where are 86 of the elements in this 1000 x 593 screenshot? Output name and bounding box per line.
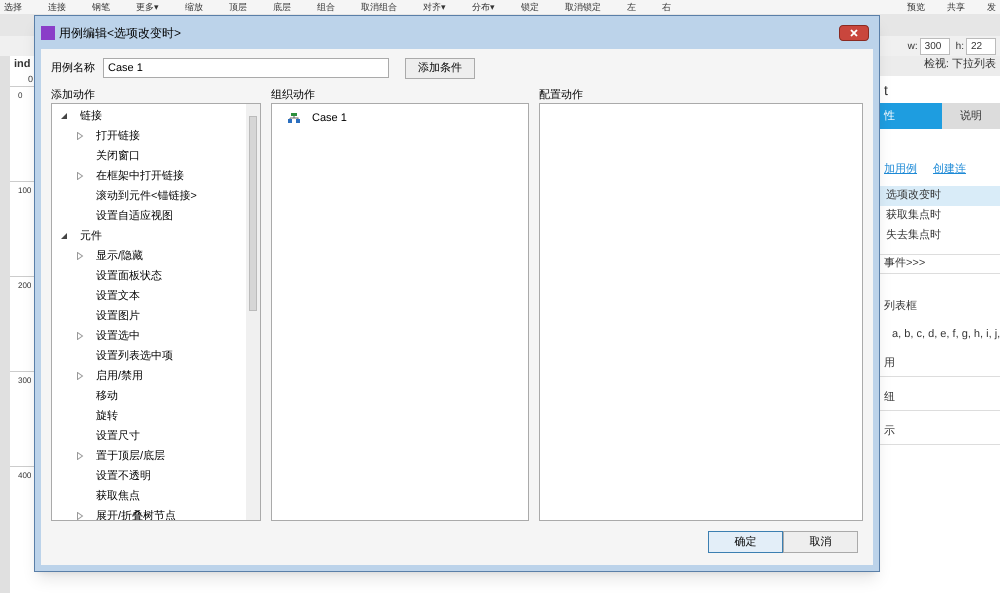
ruler-label: 0 [18,91,22,101]
collapsed-triangle-icon[interactable] [76,332,84,340]
toolbar-button[interactable]: 组合 [317,0,335,14]
action-item[interactable]: 启用/禁用 [96,368,144,384]
action-item[interactable]: 获取焦点 [96,488,140,504]
name-label: 用例名称 [51,60,96,76]
ruler-label: 0 [27,72,34,86]
inspector-tab[interactable]: 说明 [942,103,1000,129]
action-item[interactable]: 设置自适应视图 [96,208,173,224]
collapsed-triangle-icon[interactable] [76,372,84,380]
action-item[interactable]: 设置图片 [96,308,140,324]
expanded-triangle-icon[interactable] [60,112,68,120]
event-item[interactable]: 失去集点时 [880,226,1000,246]
action-item[interactable]: 设置列表选中项 [96,348,173,364]
action-item[interactable]: 关闭窗口 [96,148,140,164]
action-item[interactable]: 置于顶层/底层 [96,448,166,464]
ruler-label: 400 [18,471,32,481]
tree-group-label: 链接 [80,108,102,124]
collapsed-triangle-icon[interactable] [76,512,84,520]
width-label: w: [908,40,918,54]
dialog-title: 用例编辑<选项改变时> [59,24,182,42]
toolbar-button[interactable]: 发 [987,0,996,14]
toolbar-button[interactable]: 更多▾ [136,0,159,14]
ruler-label: 200 [18,281,32,291]
action-item[interactable]: 显示/隐藏 [96,248,144,264]
column-heading: 组织动作 [271,88,316,103]
action-item[interactable]: 设置不透明 [96,468,151,484]
section-label: 列表框 [883,298,918,314]
name-field[interactable]: Case 1 [103,58,389,78]
height-label: h: [956,40,964,54]
collapsed-triangle-icon[interactable] [76,452,84,460]
toolbar-button[interactable]: 取消锁定 [565,0,601,14]
inspector-header: 检视: 下拉列表 [880,56,1000,76]
action-item[interactable]: 打开链接 [96,128,140,144]
toolbar-button[interactable]: 取消组合 [361,0,397,14]
height-field[interactable]: 22 [966,38,996,54]
options-list: a, b, c, d, e, f, g, h, i, j, [880,326,1000,342]
action-item[interactable]: 设置文本 [96,288,140,304]
link[interactable]: 创建连 [933,161,966,178]
widget-name: t [883,81,889,100]
page-tab[interactable]: ind [10,56,34,72]
toolbar-button[interactable]: 分布▾ [472,0,495,14]
tree-group-label: 元件 [80,228,102,244]
toolbar-button[interactable]: 锁定 [521,0,539,14]
more-events-link[interactable]: 事件>>> [880,254,1000,274]
tree-group[interactable]: 元件 [52,226,246,246]
toolbar-button[interactable]: 缩放 [185,0,203,14]
action-item[interactable]: 设置面板状态 [96,268,162,284]
toolbar-button[interactable]: 钢笔 [92,0,110,14]
toolbar-button[interactable]: 选择 [4,0,22,14]
width-field[interactable]: 300 [920,38,950,54]
close-button[interactable] [839,24,869,40]
toolbar-button[interactable]: 对齐▾ [423,0,446,14]
collapsed-triangle-icon[interactable] [76,132,84,140]
toolbar-button[interactable]: 底层 [273,0,291,14]
case-item[interactable]: Case 1 [312,110,347,126]
cancel-button[interactable]: 取消 [783,531,858,553]
tree-group[interactable]: 链接 [52,106,246,126]
toolbar-button[interactable]: 共享 [947,0,965,14]
ok-button[interactable]: 确定 [708,531,783,553]
toolbar-button[interactable]: 左 [627,0,636,14]
case-icon [288,113,300,123]
event-item[interactable]: 获取集点时 [880,206,1000,226]
event-item[interactable]: 选项改变时 [880,186,1000,206]
column-heading: 配置动作 [539,88,584,103]
action-item[interactable]: 滚动到元件<锚链接> [96,188,197,204]
ruler-label: 100 [18,186,32,196]
toolbar-button[interactable]: 右 [662,0,671,14]
collapsed-triangle-icon[interactable] [76,172,84,180]
action-item[interactable]: 设置尺寸 [96,428,140,444]
column-heading: 添加动作 [51,88,96,103]
toolbar-button[interactable]: 顶层 [229,0,247,14]
action-item[interactable]: 在框架中打开链接 [96,168,184,184]
action-item[interactable]: 移动 [96,388,118,404]
scrollbar[interactable] [246,104,260,520]
add-condition-button[interactable]: 添加条件 [405,58,475,78]
action-item[interactable]: 设置选中 [96,328,140,344]
link[interactable]: 加用例 [884,161,917,178]
app-logo-icon [41,26,55,40]
toolbar-button[interactable]: 预览 [907,0,925,14]
action-item[interactable]: 旋转 [96,408,118,424]
collapsed-triangle-icon[interactable] [76,252,84,260]
ruler-label: 300 [18,376,32,386]
toolbar-button[interactable]: 连接 [48,0,66,14]
close-icon [850,28,858,36]
expanded-triangle-icon[interactable] [60,232,68,240]
